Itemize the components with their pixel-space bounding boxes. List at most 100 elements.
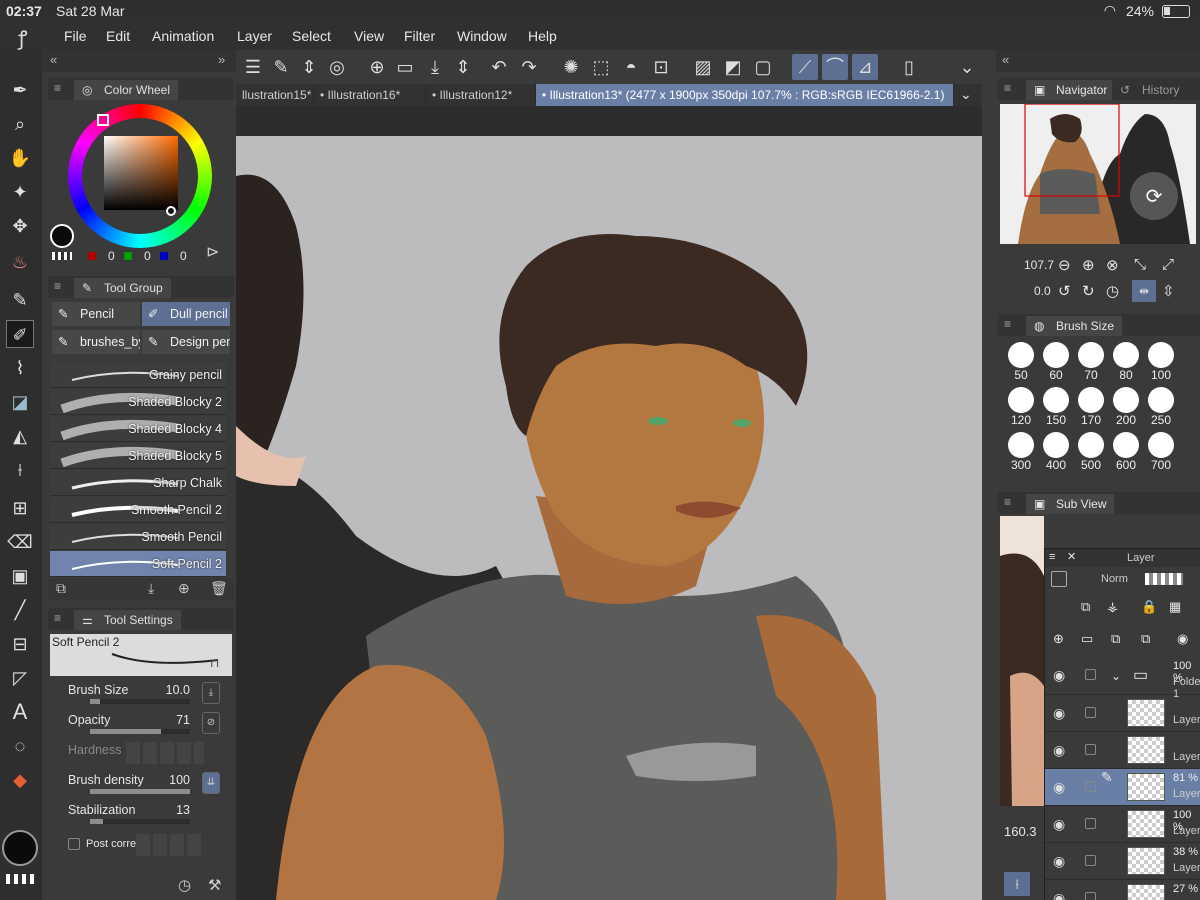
- fill-bucket-icon[interactable]: ◭: [6, 422, 34, 450]
- setting-value[interactable]: 10.0: [166, 683, 190, 697]
- flip-horizontal-icon[interactable]: ⇹: [1132, 280, 1156, 302]
- layer-checkbox[interactable]: [1085, 669, 1096, 680]
- brush-icon[interactable]: ⌇: [6, 354, 34, 382]
- main-color-swatch[interactable]: [2, 830, 38, 866]
- tab-illustration15[interactable]: llustration15*: [236, 84, 314, 106]
- clip-icon[interactable]: ⧉: [1081, 599, 1090, 615]
- sparkle-icon[interactable]: ✦: [6, 178, 34, 206]
- settings-copy-icon[interactable]: ⧉: [56, 580, 66, 597]
- ruler-snap-icon[interactable]: ⟋: [792, 54, 818, 80]
- fit-icon[interactable]: ⊗: [1106, 256, 1119, 274]
- merge-icon[interactable]: ⧉: [1111, 631, 1120, 647]
- zoom-in-icon[interactable]: ⊕: [1082, 256, 1095, 274]
- layer-checkbox[interactable]: [1085, 744, 1096, 755]
- zoom-icon[interactable]: ⌕: [6, 110, 34, 138]
- duplicate-icon[interactable]: ⊕: [178, 580, 190, 597]
- brush-size-preset[interactable]: 700: [1144, 432, 1178, 476]
- zoom-out-icon[interactable]: ⊖: [1058, 256, 1071, 274]
- sub-view-image[interactable]: [1000, 516, 1044, 806]
- pencil-icon[interactable]: ✐: [6, 320, 34, 348]
- brush-size-preset[interactable]: 100: [1144, 342, 1178, 386]
- zoom-value[interactable]: 107.7: [1024, 258, 1054, 272]
- setting-post-correction[interactable]: Post correc: [50, 832, 226, 862]
- menu-layer[interactable]: Layer: [237, 28, 272, 44]
- blend-icon[interactable]: ◆: [6, 766, 34, 794]
- brush-soft-pencil-2[interactable]: Soft Pencil 2: [50, 551, 226, 577]
- wrench-icon[interactable]: ⚒: [208, 876, 221, 894]
- post-correction-checkbox[interactable]: [68, 838, 80, 850]
- fill-icon[interactable]: ◓: [618, 54, 644, 80]
- tab-illustration13[interactable]: • Illustration13* (2477 x 1900px 350dpi …: [536, 84, 954, 106]
- transform-icon[interactable]: ⊡: [648, 54, 674, 80]
- brush-smooth-pencil-2[interactable]: Smooth Pencil 2: [50, 497, 226, 523]
- sub-view-tab[interactable]: ▣ Sub View: [1026, 494, 1115, 514]
- brush-grainy-pencil[interactable]: Grainy pencil: [50, 362, 226, 388]
- fill-selection-icon[interactable]: ◩: [720, 54, 746, 80]
- setting-value[interactable]: 13: [176, 803, 190, 817]
- undo-icon[interactable]: ↶: [486, 54, 512, 80]
- device-icon[interactable]: ▯: [896, 54, 922, 80]
- eye-icon[interactable]: ◉: [1053, 779, 1065, 796]
- gradient-icon[interactable]: ▣: [6, 562, 34, 590]
- setting-slider[interactable]: [90, 789, 190, 794]
- layer-checkbox[interactable]: [1085, 818, 1096, 829]
- setting-value[interactable]: 100: [169, 773, 190, 787]
- tool-pencil[interactable]: ✎ Pencil: [52, 302, 140, 326]
- eye-icon[interactable]: ◉: [1053, 742, 1065, 759]
- menu-window[interactable]: Window: [457, 28, 507, 44]
- select-dotted-icon[interactable]: ⬚: [588, 54, 614, 80]
- edit-icon[interactable]: ✎: [268, 54, 294, 80]
- density-pressure-icon[interactable]: ⇊: [202, 772, 220, 794]
- collapse-panel-icon[interactable]: «: [50, 52, 57, 67]
- panel-menu-icon[interactable]: ≡: [54, 279, 61, 293]
- layer-checkbox[interactable]: [1085, 855, 1096, 866]
- transparent-swatch[interactable]: [52, 252, 72, 260]
- setting-brush-density[interactable]: Brush density 100 ⇊: [50, 770, 226, 800]
- ruler-curve-icon[interactable]: ⌒: [822, 54, 848, 80]
- tool-design-pen[interactable]: ✎ Design pen: [142, 330, 230, 354]
- brush-size-preset[interactable]: 50: [1004, 342, 1038, 386]
- mask-icon[interactable]: ◉: [1177, 631, 1188, 647]
- saturation-square[interactable]: [104, 136, 178, 210]
- vector-icon[interactable]: ◸: [6, 664, 34, 692]
- move-icon[interactable]: ✥: [6, 212, 34, 240]
- current-color-swatch[interactable]: [50, 224, 74, 248]
- brush-shaded-blocky-5[interactable]: Shaded Blocky 5: [50, 443, 226, 469]
- balloon-icon[interactable]: ◌: [6, 732, 34, 760]
- new-folder-icon[interactable]: ▭: [1081, 631, 1093, 647]
- flip-vertical-icon[interactable]: ⇳: [1162, 282, 1175, 300]
- updown-icon-2[interactable]: ⇕: [450, 54, 476, 80]
- pen-tool-icon[interactable]: ✒: [6, 76, 34, 104]
- hand-icon[interactable]: ✋: [6, 144, 34, 172]
- sub-view-value[interactable]: 160.3: [1004, 824, 1037, 839]
- new-file-icon[interactable]: ⊕: [364, 54, 390, 80]
- outline-icon[interactable]: ▢: [750, 54, 776, 80]
- fit-window-icon[interactable]: ⤢: [1162, 256, 1174, 273]
- eye-icon[interactable]: ◉: [1053, 890, 1065, 900]
- tab-illustration12[interactable]: • Illustration12*: [426, 84, 536, 106]
- brush-shaded-blocky-2[interactable]: Shaded Blocky 2: [50, 389, 226, 415]
- collapse-right-icon[interactable]: «: [1002, 52, 1009, 67]
- brush-size-preset[interactable]: 70: [1074, 342, 1108, 386]
- eyedropper-icon[interactable]: ⟊: [6, 456, 34, 484]
- brush-size-preset[interactable]: 300: [1004, 432, 1038, 476]
- layer-row[interactable]: ◉ 27 %: [1045, 880, 1200, 900]
- brush-size-preset[interactable]: 400: [1039, 432, 1073, 476]
- canvas-area[interactable]: [236, 106, 982, 900]
- layer-folder-row[interactable]: ◉ ⌄ ▭ 100 % Folder 1: [1045, 657, 1200, 700]
- tool-brushes-by[interactable]: ✎ brushes_by: [52, 330, 140, 354]
- brush-size-tab[interactable]: ◍ Brush Size: [1026, 316, 1123, 336]
- menu-select[interactable]: Select: [292, 28, 331, 44]
- cake-icon[interactable]: ♨: [6, 248, 34, 276]
- companion-icon[interactable]: ◎: [324, 54, 350, 80]
- app-logo-icon[interactable]: ꝭ: [18, 24, 27, 51]
- brush-shaded-blocky-4[interactable]: Shaded Blocky 4: [50, 416, 226, 442]
- layer-row[interactable]: ◉ 38 % Layer: [1045, 843, 1200, 880]
- expand-panel-icon[interactable]: »: [218, 52, 225, 67]
- panel-menu-icon[interactable]: ≡: [1004, 317, 1011, 331]
- setting-slider[interactable]: [90, 819, 190, 824]
- rotation-value[interactable]: 0.0: [1034, 284, 1051, 298]
- menu-view[interactable]: View: [354, 28, 384, 44]
- duplicate-layer-icon[interactable]: ⧉: [1141, 631, 1150, 647]
- brush-smooth-pencil[interactable]: Smooth Pencil: [50, 524, 226, 550]
